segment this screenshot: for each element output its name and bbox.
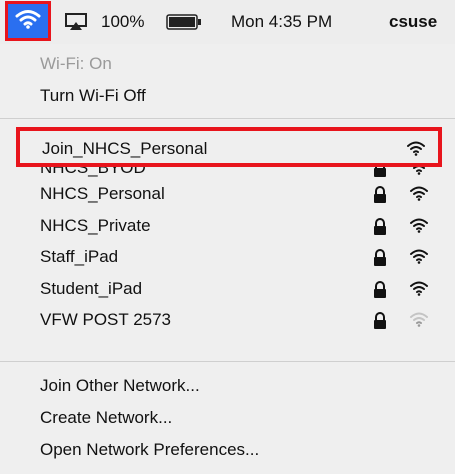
network-name: NHCS_BYOD xyxy=(40,167,146,177)
wifi-menu-button[interactable] xyxy=(5,0,51,44)
lock-icon xyxy=(372,167,388,179)
open-network-preferences-item[interactable]: Open Network Preferences... xyxy=(40,434,259,466)
network-name: NHCS_Personal xyxy=(40,184,165,203)
network-name: Student_iPad xyxy=(40,278,143,298)
lock-icon xyxy=(372,280,388,304)
wifi-signal-icon xyxy=(407,141,425,156)
network-name: NHCS_Private xyxy=(40,215,151,235)
lock-icon xyxy=(372,249,388,272)
wifi-signal-icon xyxy=(409,248,429,269)
network-item[interactable]: Staff_iPad xyxy=(0,242,455,274)
wifi-signal-icon xyxy=(409,217,429,238)
lock-icon xyxy=(372,312,388,335)
network-list: NHCS_BYOD NHCS_Personal NHCS_Private Staff_… xyxy=(0,167,455,337)
menu-separator xyxy=(0,361,455,362)
wifi-status: Wi-Fi: On xyxy=(40,54,112,73)
user-name[interactable]: csuse xyxy=(389,0,437,44)
wifi-signal-icon xyxy=(409,311,429,332)
battery-percentage: 100% xyxy=(101,12,145,31)
join-other-network-item[interactable]: Join Other Network... xyxy=(40,370,259,402)
wifi-icon xyxy=(15,10,41,29)
clock[interactable]: Mon 4:35 PM xyxy=(231,0,332,44)
network-item[interactable]: NHCS_BYOD xyxy=(0,167,455,179)
wifi-signal-icon xyxy=(409,167,429,179)
network-item[interactable]: VFW POST 2573 xyxy=(0,305,455,337)
lock-icon xyxy=(372,217,388,241)
network-item[interactable]: NHCS_Private xyxy=(0,211,455,243)
lock-icon xyxy=(372,186,388,209)
wifi-signal-icon xyxy=(409,185,429,206)
network-name: Join_NHCS_Personal xyxy=(42,139,208,158)
battery-icon[interactable] xyxy=(166,0,202,44)
network-actions: Join Other Network... Create Network... Op… xyxy=(40,370,259,466)
wifi-signal-icon xyxy=(409,280,429,301)
turn-wifi-off-item[interactable]: Turn Wi-Fi Off xyxy=(40,86,146,106)
network-item[interactable]: Student_iPad xyxy=(0,274,455,306)
menu-bar: 100% Mon 4:35 PM csuse xyxy=(0,0,455,44)
airplay-icon[interactable] xyxy=(64,0,88,44)
network-name: VFW POST 2573 xyxy=(40,310,172,329)
network-item-joined[interactable]: Join_NHCS_Personal xyxy=(16,127,442,167)
menu-separator xyxy=(0,118,455,119)
network-item[interactable]: NHCS_Personal xyxy=(0,179,455,211)
create-network-item[interactable]: Create Network... xyxy=(40,402,259,434)
network-name: Staff_iPad xyxy=(40,247,119,266)
wifi-dropdown-menu: Wi-Fi: On Turn Wi-Fi Off Join_NHCS_Perso… xyxy=(0,44,455,474)
